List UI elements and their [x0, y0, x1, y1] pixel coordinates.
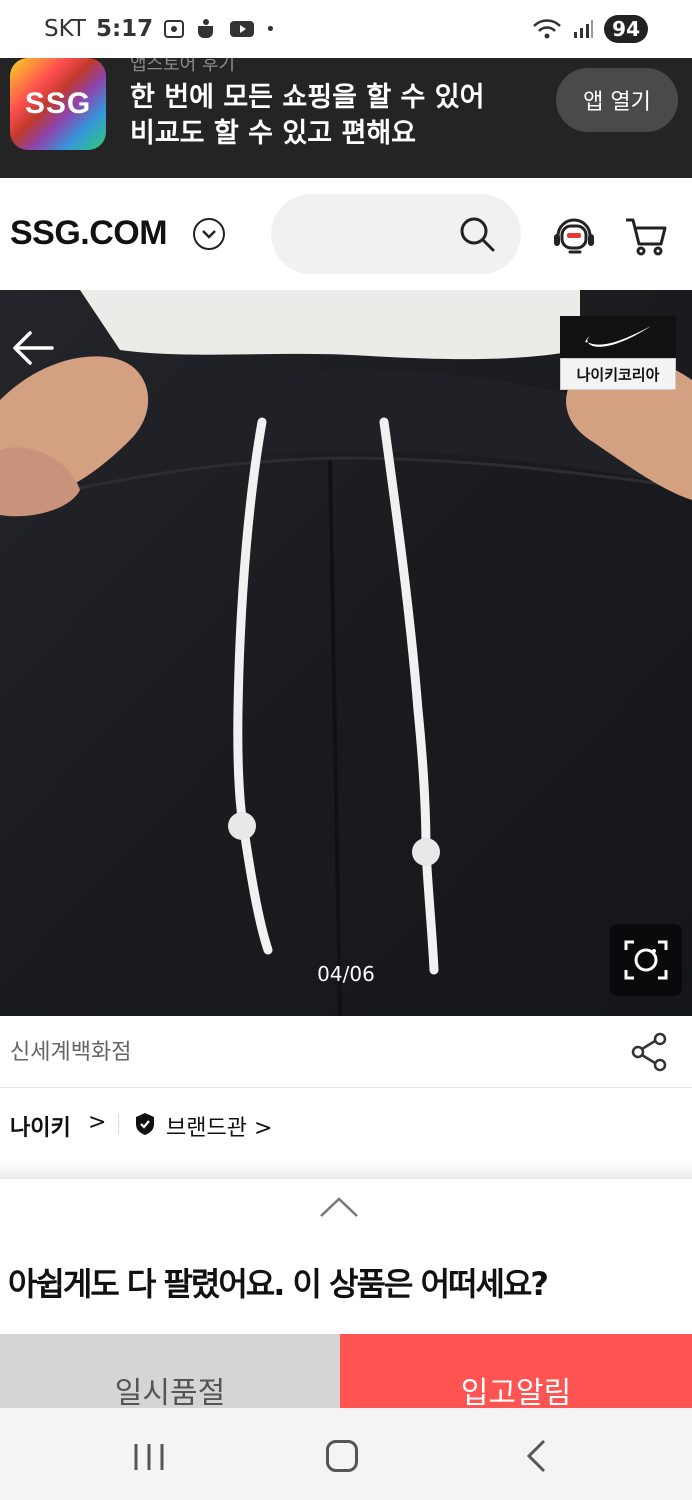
- shield-check-icon: [136, 1113, 154, 1135]
- brand-row: 나이키 > 브랜드관 >: [0, 1088, 692, 1160]
- back-icon[interactable]: [524, 1438, 548, 1474]
- camera-lens-icon: [624, 940, 668, 980]
- chevron-up-icon[interactable]: [318, 1195, 360, 1219]
- search-input[interactable]: [271, 194, 521, 274]
- status-bar: SKT 5:17 • 94: [0, 0, 692, 58]
- brand-arrow[interactable]: >: [88, 1110, 106, 1135]
- soldout-button: 일시품절: [0, 1334, 340, 1408]
- cup-icon: [198, 19, 214, 38]
- image-counter: 04/06: [317, 962, 375, 986]
- system-nav-bar: [0, 1408, 692, 1500]
- clock: 5:17: [95, 16, 154, 42]
- notify-button-label: 입고알림: [460, 1376, 572, 1408]
- carrier-label: SKT: [44, 16, 86, 42]
- back-arrow-icon[interactable]: [10, 328, 56, 368]
- youtube-icon: [230, 21, 255, 37]
- divider: [118, 1114, 119, 1134]
- battery-indicator: 94: [604, 15, 648, 43]
- restock-notify-button[interactable]: 입고알림: [340, 1334, 692, 1408]
- purchase-buttons: 일시품절 입고알림: [0, 1334, 692, 1408]
- seller-name[interactable]: 신세계백화점: [10, 1034, 131, 1066]
- brand-badge: 나이키코리아: [560, 316, 676, 392]
- seller-row: 신세계백화점: [0, 1016, 692, 1088]
- customer-service-icon[interactable]: [550, 214, 598, 258]
- recent-apps-icon[interactable]: [132, 1442, 166, 1472]
- signal-icon: [574, 20, 594, 38]
- banner-subtitle: 앱스토어 후기: [130, 58, 236, 75]
- site-header: SSG.COM: [0, 178, 692, 290]
- soldout-message: 아쉽게도 다 팔렸어요. 이 상품은 어떠세요?: [8, 1265, 549, 1303]
- banner-line-2: 비교도 할 수 있고 편해요: [130, 118, 416, 149]
- open-app-button[interactable]: 앱 열기: [556, 68, 678, 132]
- screenshot-icon: [164, 20, 185, 38]
- chevron-down-icon[interactable]: [193, 218, 225, 250]
- badge-label: 나이키코리아: [560, 358, 676, 390]
- app-install-banner[interactable]: SSG 앱스토어 후기 한 번에 모든 쇼핑을 할 수 있어 비교도 할 수 있…: [0, 58, 692, 178]
- nike-swoosh-logo: [560, 316, 676, 358]
- share-icon[interactable]: [630, 1032, 668, 1072]
- soldout-button-label: 일시품절: [114, 1376, 226, 1408]
- ssg-logo[interactable]: SSG.COM: [10, 214, 168, 253]
- cart-icon[interactable]: [624, 214, 668, 258]
- wifi-icon: [533, 19, 562, 39]
- notification-dot-icon: •: [265, 18, 276, 40]
- product-image[interactable]: 나이키코리아 04/06: [0, 290, 692, 1016]
- section-divider: [0, 1160, 692, 1180]
- product-photo: [0, 290, 692, 1016]
- image-search-button[interactable]: [610, 924, 682, 996]
- brand-link[interactable]: 나이키: [10, 1110, 71, 1142]
- soldout-panel: 아쉽게도 다 팔렸어요. 이 상품은 어떠세요?: [0, 1178, 692, 1334]
- home-icon[interactable]: [326, 1440, 358, 1472]
- banner-line-1: 한 번에 모든 쇼핑을 할 수 있어: [130, 82, 485, 113]
- brandhall-link[interactable]: 브랜드관 >: [166, 1110, 272, 1142]
- banner-text: 한 번에 모든 쇼핑을 할 수 있어 비교도 할 수 있고 편해요: [130, 80, 484, 152]
- ssg-app-logo: SSG: [10, 58, 106, 150]
- search-icon[interactable]: [457, 214, 497, 254]
